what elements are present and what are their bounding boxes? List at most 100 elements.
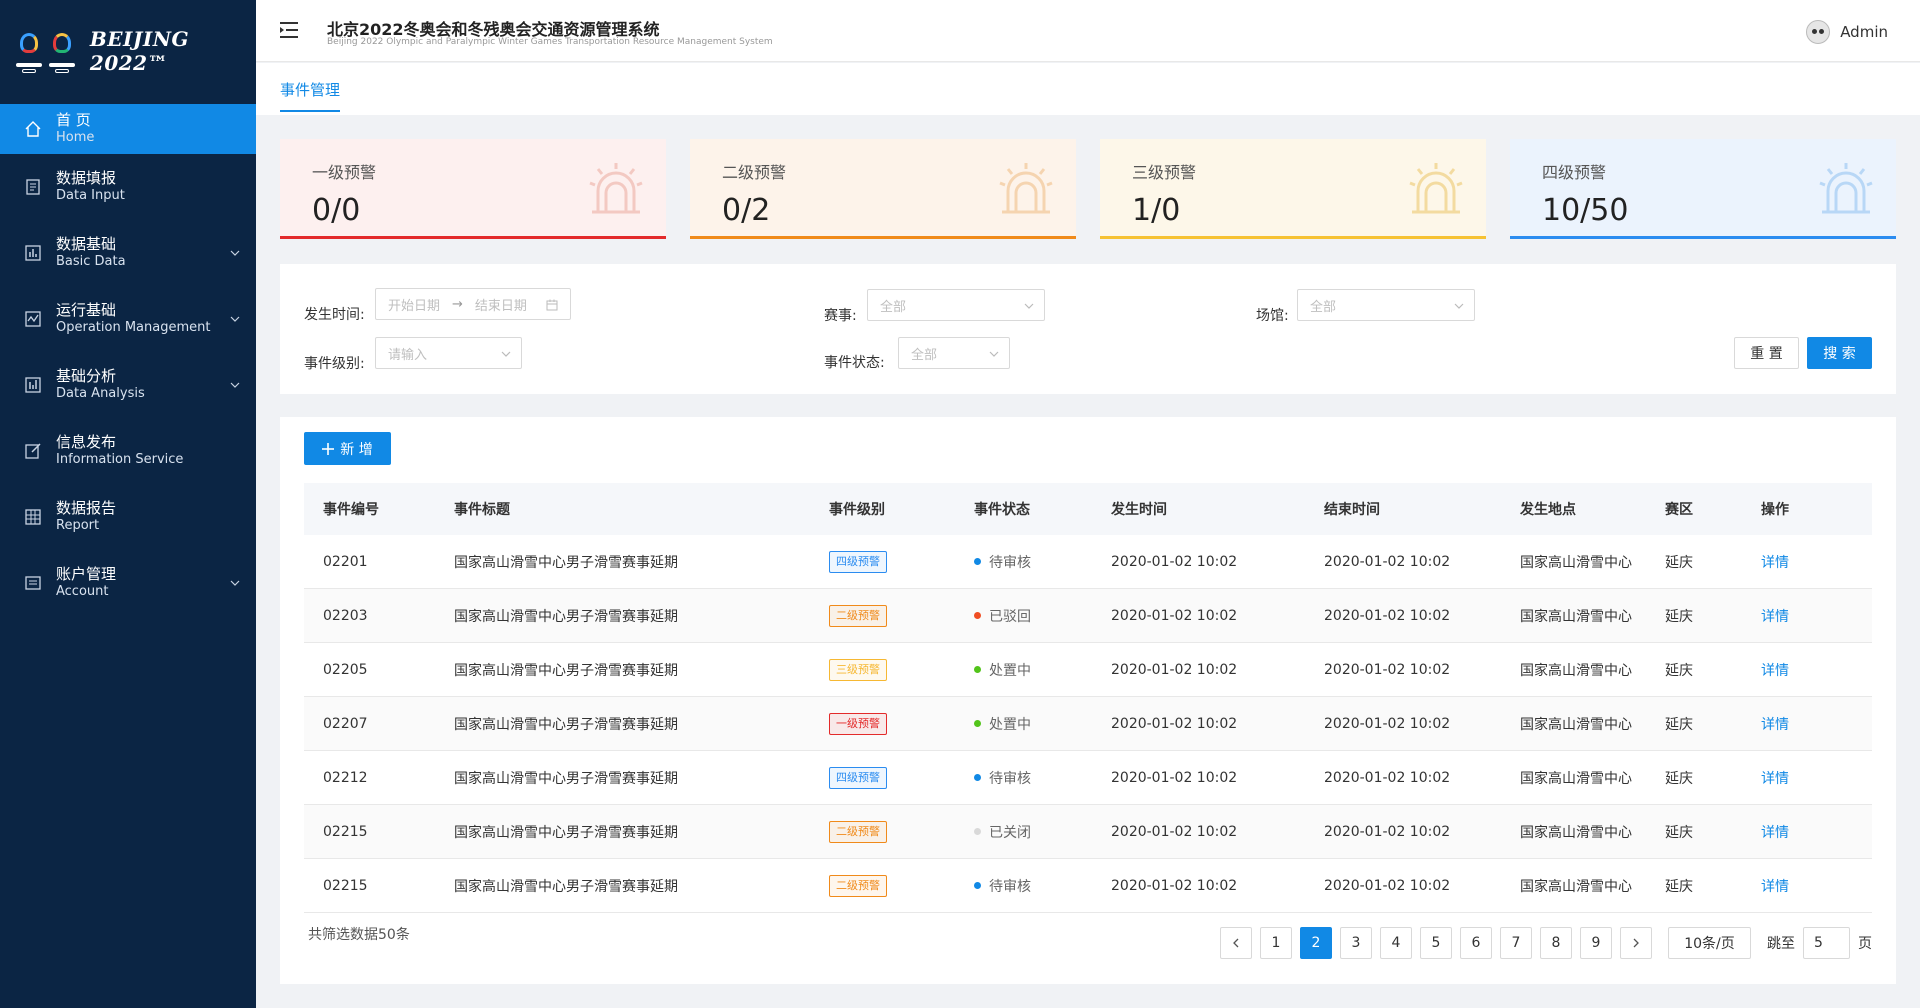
user-menu[interactable]: Admin bbox=[1806, 20, 1888, 44]
start-time: 2020-01-02 10:02 bbox=[1111, 607, 1238, 624]
status-text: 待审核 bbox=[989, 878, 1031, 895]
table-row: 02207 国家高山滑雪中心男子滑雪赛事延期 一级预警 处置中 2020-01-02 1… bbox=[304, 697, 1872, 751]
event-id: 02212 bbox=[323, 769, 368, 786]
range-arrow: → bbox=[452, 296, 463, 312]
level-tag: 一级预警 bbox=[829, 712, 887, 735]
sidebar-item-sublabel: Home bbox=[56, 130, 95, 145]
start-time: 2020-01-02 10:02 bbox=[1111, 661, 1238, 678]
status-cell: 已驳回 bbox=[974, 606, 1031, 626]
page-button[interactable]: 3 bbox=[1340, 927, 1372, 959]
table-row: 02205 国家高山滑雪中心男子滑雪赛事延期 三级预警 处置中 2020-01-02 1… bbox=[304, 643, 1872, 697]
sidebar-item-sublabel: Data Analysis bbox=[56, 386, 145, 401]
venue-select[interactable]: 全部 bbox=[1297, 289, 1475, 321]
end-date-placeholder[interactable]: 结束日期 bbox=[475, 295, 527, 314]
chart-bar-icon bbox=[24, 244, 42, 262]
detail-link[interactable]: 详情 bbox=[1761, 606, 1789, 626]
home-icon bbox=[24, 120, 42, 138]
alert-card-level-2[interactable]: 二级预警 0/2 bbox=[690, 139, 1076, 239]
menu-collapse-icon[interactable] bbox=[280, 20, 302, 40]
level-tag-cell: 三级预警 bbox=[829, 658, 887, 681]
page-button[interactable]: 6 bbox=[1460, 927, 1492, 959]
next-page-button[interactable] bbox=[1620, 927, 1652, 959]
event-place: 国家高山滑雪中心 bbox=[1520, 770, 1632, 787]
level-tag-cell: 二级预警 bbox=[829, 820, 887, 843]
detail-link[interactable]: 详情 bbox=[1761, 660, 1789, 680]
alert-card-level-3[interactable]: 三级预警 1/0 bbox=[1100, 139, 1486, 239]
prev-page-button[interactable] bbox=[1220, 927, 1252, 959]
chevron-right-icon bbox=[1633, 938, 1639, 948]
page-button[interactable]: 4 bbox=[1380, 927, 1412, 959]
detail-link[interactable]: 详情 bbox=[1761, 876, 1789, 896]
status-cell: 处置中 bbox=[974, 660, 1031, 680]
event-id: 02207 bbox=[323, 715, 368, 732]
jump-page-input[interactable]: 5 bbox=[1803, 927, 1850, 959]
alert-card-title: 一级预警 bbox=[312, 163, 377, 182]
page-button[interactable]: 9 bbox=[1580, 927, 1612, 959]
page-button[interactable]: 7 bbox=[1500, 927, 1532, 959]
status-text: 已关闭 bbox=[989, 824, 1031, 841]
col-area-header: 赛区 bbox=[1665, 502, 1693, 518]
event-table-panel: 新 增 事件编号 事件标题 事件级别 事件状态 发生时间 结束时间 发生地点 赛区 操作 022… bbox=[280, 417, 1896, 984]
sidebar-item-information-service[interactable]: 信息发布 Information Service bbox=[0, 418, 256, 484]
event-table: 事件编号 事件标题 事件级别 事件状态 发生时间 结束时间 发生地点 赛区 操作 02201 国家… bbox=[304, 483, 1872, 913]
date-range-picker[interactable]: 开始日期 → 结束日期 bbox=[375, 288, 571, 320]
page-button[interactable]: 1 bbox=[1260, 927, 1292, 959]
alert-card-value: 1/0 bbox=[1132, 193, 1181, 228]
page-size-select[interactable]: 10条/页 bbox=[1668, 927, 1751, 959]
tab-event-management[interactable]: 事件管理 bbox=[280, 79, 341, 112]
sidebar-item-basic-data[interactable]: 数据基础 Basic Data bbox=[0, 220, 256, 286]
detail-link[interactable]: 详情 bbox=[1761, 822, 1789, 842]
level-input[interactable]: 请输入 bbox=[375, 337, 522, 369]
detail-link[interactable]: 详情 bbox=[1761, 552, 1789, 572]
end-time: 2020-01-02 10:02 bbox=[1324, 607, 1451, 624]
event-title: 国家高山滑雪中心男子滑雪赛事延期 bbox=[454, 662, 678, 679]
status-cell: 待审核 bbox=[974, 876, 1031, 896]
system-subtitle: Beijing 2022 Olympic and Paralympic Wint… bbox=[327, 37, 773, 47]
sidebar-item-account[interactable]: 账户管理 Account bbox=[0, 550, 256, 616]
table-row: 02203 国家高山滑雪中心男子滑雪赛事延期 二级预警 已驳回 2020-01-02 1… bbox=[304, 589, 1872, 643]
reset-button[interactable]: 重 置 bbox=[1734, 337, 1799, 369]
alert-card-bar bbox=[280, 236, 666, 239]
page-button[interactable]: 5 bbox=[1420, 927, 1452, 959]
alert-card-level-1[interactable]: 一级预警 0/0 bbox=[280, 139, 666, 239]
event-select-value: 全部 bbox=[880, 299, 907, 315]
sidebar-item-home[interactable]: 首 页 Home bbox=[0, 104, 256, 154]
level-tag-cell: 二级预警 bbox=[829, 874, 887, 897]
add-event-button[interactable]: 新 增 bbox=[304, 432, 391, 465]
col-event-title-header: 事件标题 bbox=[454, 502, 510, 518]
search-button[interactable]: 搜 索 bbox=[1807, 337, 1872, 369]
event-area: 延庆 bbox=[1665, 662, 1693, 679]
sidebar-item-data-analysis[interactable]: 基础分析 Data Analysis bbox=[0, 352, 256, 418]
event-area: 延庆 bbox=[1665, 770, 1693, 787]
sidebar: BEIJING 2022™ 首 页 Home 数据填报 Data Input 数据基础 B… bbox=[0, 0, 256, 1008]
status-cell: 待审核 bbox=[974, 552, 1031, 572]
event-select[interactable]: 全部 bbox=[867, 289, 1045, 321]
user-name[interactable]: Admin bbox=[1840, 23, 1888, 41]
chevron-down-icon bbox=[989, 351, 999, 357]
calendar-icon[interactable] bbox=[546, 299, 558, 311]
sidebar-item-operation-management[interactable]: 运行基础 Operation Management bbox=[0, 286, 256, 352]
page-button[interactable]: 8 bbox=[1540, 927, 1572, 959]
level-tag-cell: 四级预警 bbox=[829, 766, 887, 789]
level-tag-cell: 二级预警 bbox=[829, 604, 887, 627]
start-time: 2020-01-02 10:02 bbox=[1111, 553, 1238, 570]
paralympic-emblem-icon bbox=[47, 29, 75, 73]
status-select[interactable]: 全部 bbox=[898, 337, 1010, 369]
sidebar-item-data-input[interactable]: 数据填报 Data Input bbox=[0, 154, 256, 220]
sidebar-item-report[interactable]: 数据报告 Report bbox=[0, 484, 256, 550]
detail-link[interactable]: 详情 bbox=[1761, 714, 1789, 734]
status-text: 已驳回 bbox=[989, 608, 1031, 625]
sidebar-item-sublabel: Report bbox=[56, 518, 100, 533]
col-event-level-header: 事件级别 bbox=[829, 502, 885, 518]
alert-card-value: 10/50 bbox=[1542, 193, 1629, 228]
chevron-down-icon bbox=[1024, 303, 1034, 309]
page-button[interactable]: 2 bbox=[1300, 927, 1332, 959]
alert-card-level-4[interactable]: 四级预警 10/50 bbox=[1510, 139, 1896, 239]
event-id: 02205 bbox=[323, 661, 368, 678]
sidebar-item-label: 数据填报 bbox=[56, 169, 117, 187]
sidebar-item-text: 数据填报 Data Input bbox=[56, 169, 125, 205]
start-date-placeholder[interactable]: 开始日期 bbox=[388, 295, 440, 314]
avatar[interactable] bbox=[1806, 20, 1831, 44]
status-dot-icon bbox=[974, 882, 981, 889]
detail-link[interactable]: 详情 bbox=[1761, 768, 1789, 788]
